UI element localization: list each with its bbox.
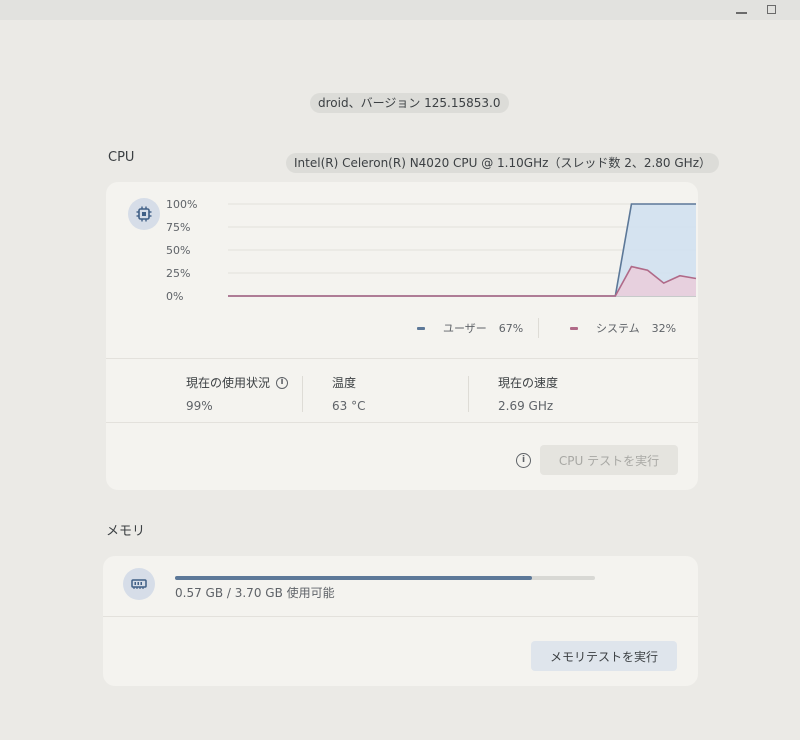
- info-icon[interactable]: i: [276, 376, 289, 389]
- legend-separator: [538, 318, 539, 338]
- minimize-button[interactable]: [730, 0, 752, 18]
- stat-temperature-label: 温度: [332, 376, 357, 390]
- chart-tick-label: 0%: [166, 290, 183, 303]
- stat-usage-label: 現在の使用状況: [186, 376, 271, 390]
- cpu-divider: [106, 358, 698, 359]
- legend-user-value: 67%: [498, 321, 524, 335]
- legend-system-swatch: [570, 326, 578, 330]
- window-titlebar: [0, 0, 800, 20]
- maximize-button[interactable]: [760, 0, 782, 18]
- stat-speed-value: 2.69 GHz: [498, 399, 554, 413]
- stat-usage: 現在の使用状況 i 99%: [186, 374, 289, 413]
- memory-usage-bar: [175, 576, 595, 580]
- stat-speed-label: 現在の速度: [498, 376, 559, 390]
- cpu-divider: [106, 422, 698, 423]
- memory-icon: [123, 568, 155, 600]
- stat-separator: [302, 376, 303, 412]
- legend-user-swatch: [417, 326, 425, 330]
- memory-usage-text: 0.57 GB / 3.70 GB 使用可能: [175, 586, 335, 600]
- legend-system-value: 32%: [651, 321, 677, 335]
- stat-temperature: 温度 63 °C: [332, 374, 365, 413]
- cpu-usage-chart-svg: 100% 75% 50% 25% 0%: [166, 198, 697, 303]
- stat-separator: [468, 376, 469, 412]
- legend-system-label: システム: [596, 322, 640, 335]
- cpu-section-title: CPU: [108, 150, 135, 165]
- chart-tick-label: 50%: [166, 244, 190, 257]
- cpu-usage-chart: 100% 75% 50% 25% 0%: [166, 194, 706, 319]
- cpu-chip-icon: [128, 198, 160, 230]
- stat-temperature-value: 63 °C: [332, 399, 366, 413]
- cpu-card: 100% 75% 50% 25% 0% ユーザー 67% システム 32% 現在の使用状…: [106, 182, 698, 490]
- minimize-icon: [735, 12, 747, 14]
- run-cpu-test-button[interactable]: CPU テストを実行: [540, 445, 678, 475]
- run-memory-test-button[interactable]: メモリテストを実行: [531, 641, 677, 671]
- legend-user-label: ユーザー: [443, 322, 487, 335]
- cpu-test-info-icon[interactable]: i: [516, 453, 531, 468]
- stat-speed: 現在の速度 2.69 GHz: [498, 374, 558, 413]
- maximize-icon: [766, 4, 776, 14]
- memory-section-title: メモリ: [106, 524, 146, 539]
- cpu-model-chip: Intel(R) Celeron(R) N4020 CPU @ 1.10GHz（…: [286, 153, 719, 173]
- memory-divider: [103, 616, 698, 617]
- memory-card: 0.57 GB / 3.70 GB 使用可能 メモリテストを実行: [103, 556, 698, 686]
- legend-user: ユーザー 67%: [417, 320, 523, 336]
- chart-tick-label: 100%: [166, 198, 197, 211]
- chart-tick-label: 25%: [166, 267, 190, 280]
- chart-tick-label: 75%: [166, 221, 190, 234]
- memory-usage-bar-fill: [175, 576, 532, 580]
- stat-usage-value: 99%: [186, 399, 213, 413]
- version-chip: droid、バージョン 125.15853.0: [310, 93, 509, 113]
- legend-system: システム 32%: [570, 320, 676, 336]
